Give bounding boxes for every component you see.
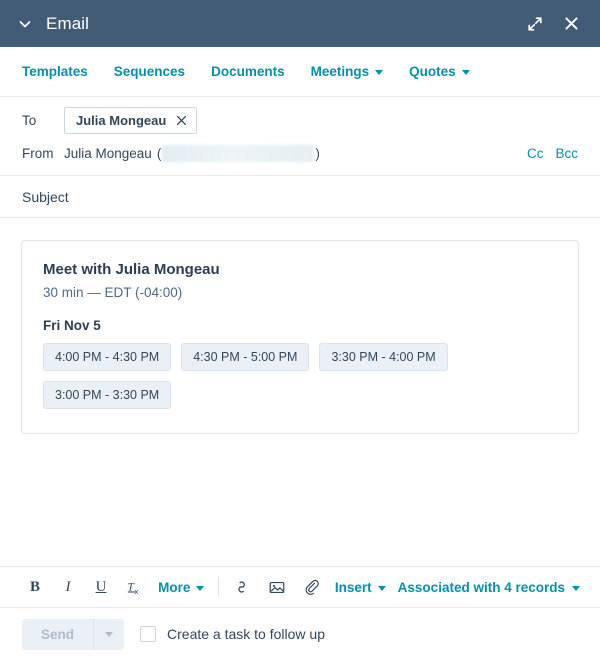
close-x-icon[interactable] — [175, 115, 187, 127]
tab-documents-label: Documents — [211, 64, 285, 79]
cc-button[interactable]: Cc — [527, 146, 544, 161]
tab-meetings[interactable]: Meetings — [311, 64, 384, 79]
associated-records-label: Associated with 4 records — [397, 579, 565, 595]
meeting-time-slot-list: 4:00 PM - 4:30 PM 4:30 PM - 5:00 PM 3:30… — [43, 343, 463, 409]
image-icon[interactable] — [265, 574, 289, 600]
chevron-down-icon — [196, 585, 205, 591]
cc-bcc-group: Cc Bcc — [527, 146, 578, 161]
meeting-day-label: Fri Nov 5 — [43, 318, 101, 333]
expand-diagonal-icon[interactable] — [522, 11, 548, 37]
chevron-down-icon — [461, 70, 470, 75]
send-button[interactable]: Send — [22, 618, 94, 650]
from-value[interactable]: Julia Mongeau ( ) — [64, 145, 320, 162]
create-task-checkbox-row[interactable]: Create a task to follow up — [140, 626, 325, 642]
more-formatting-button[interactable]: More — [158, 579, 205, 595]
create-task-checkbox[interactable] — [140, 626, 157, 642]
meeting-duration-timezone: 30 min — EDT (-04:00) — [43, 285, 183, 300]
time-slot-option[interactable]: 3:30 PM - 4:00 PM — [319, 343, 448, 371]
bcc-button[interactable]: Bcc — [555, 146, 578, 161]
toolbar-divider — [218, 577, 220, 597]
page-title: Email — [46, 13, 90, 33]
time-slot-option[interactable]: 4:00 PM - 4:30 PM — [43, 343, 172, 371]
to-field-row[interactable]: To Julia Mongeau — [0, 97, 600, 138]
tab-documents[interactable]: Documents — [211, 64, 285, 79]
create-task-label: Create a task to follow up — [167, 626, 325, 642]
paperclip-icon[interactable] — [300, 574, 324, 600]
chevron-down-icon — [375, 70, 384, 75]
composer-nav-tabs: Templates Sequences Documents Meetings Q… — [0, 47, 600, 97]
tab-templates-label: Templates — [22, 64, 88, 79]
editor-toolbar: B I U T x More Insert Associated with 4 … — [0, 566, 600, 608]
meeting-scheduling-card: Meet with Julia Mongeau 30 min — EDT (-0… — [21, 240, 579, 434]
link-chain-icon[interactable] — [230, 574, 253, 600]
subject-placeholder: Subject — [22, 188, 69, 205]
tab-sequences[interactable]: Sequences — [114, 64, 185, 79]
associated-records-button[interactable]: Associated with 4 records — [398, 580, 580, 595]
insert-button[interactable]: Insert — [335, 580, 386, 595]
redacted-email-address — [162, 145, 315, 162]
from-paren-close: ) — [315, 146, 320, 161]
tab-quotes[interactable]: Quotes — [409, 64, 470, 79]
bold-button[interactable]: B — [24, 574, 46, 600]
recipient-chip-julia-mongeau[interactable]: Julia Mongeau — [64, 107, 198, 134]
from-sender-name: Julia Mongeau — [64, 146, 152, 161]
svg-text:x: x — [135, 588, 139, 596]
caret-down-icon — [105, 631, 114, 637]
insert-label: Insert — [334, 579, 372, 595]
time-slot-option[interactable]: 4:30 PM - 5:00 PM — [181, 343, 310, 371]
composer-send-bar: Send Create a task to follow up — [0, 608, 600, 660]
from-label: From — [22, 146, 54, 161]
to-label: To — [22, 113, 37, 128]
tab-meetings-label: Meetings — [310, 64, 370, 79]
time-slot-option[interactable]: 3:00 PM - 3:30 PM — [43, 381, 172, 409]
clear-formatting-icon[interactable]: T x — [123, 574, 147, 600]
recipient-chip-label: Julia Mongeau — [76, 113, 167, 128]
from-field-row[interactable]: From Julia Mongeau ( ) Cc Bcc — [0, 138, 600, 176]
email-composer-window: Email Templates Sequences Documents Meet… — [0, 0, 600, 660]
italic-button[interactable]: I — [57, 574, 79, 600]
chevron-down-icon — [377, 585, 386, 591]
send-button-group: Send — [22, 618, 125, 650]
chevron-down-icon[interactable] — [14, 13, 36, 35]
underline-button[interactable]: U — [90, 574, 112, 600]
from-paren-open: ( — [156, 146, 162, 161]
send-options-button[interactable] — [93, 618, 125, 650]
tab-templates[interactable]: Templates — [22, 64, 88, 79]
chevron-down-icon — [571, 585, 580, 591]
composer-titlebar: Email — [0, 0, 600, 47]
email-body-editor[interactable]: Meet with Julia Mongeau 30 min — EDT (-0… — [0, 218, 600, 566]
tab-sequences-label: Sequences — [113, 64, 186, 79]
tab-quotes-label: Quotes — [409, 64, 456, 79]
close-x-icon[interactable] — [558, 11, 584, 37]
more-formatting-label: More — [158, 579, 191, 595]
meeting-card-title: Meet with Julia Mongeau — [43, 261, 220, 278]
subject-field-row[interactable]: Subject — [0, 176, 600, 218]
